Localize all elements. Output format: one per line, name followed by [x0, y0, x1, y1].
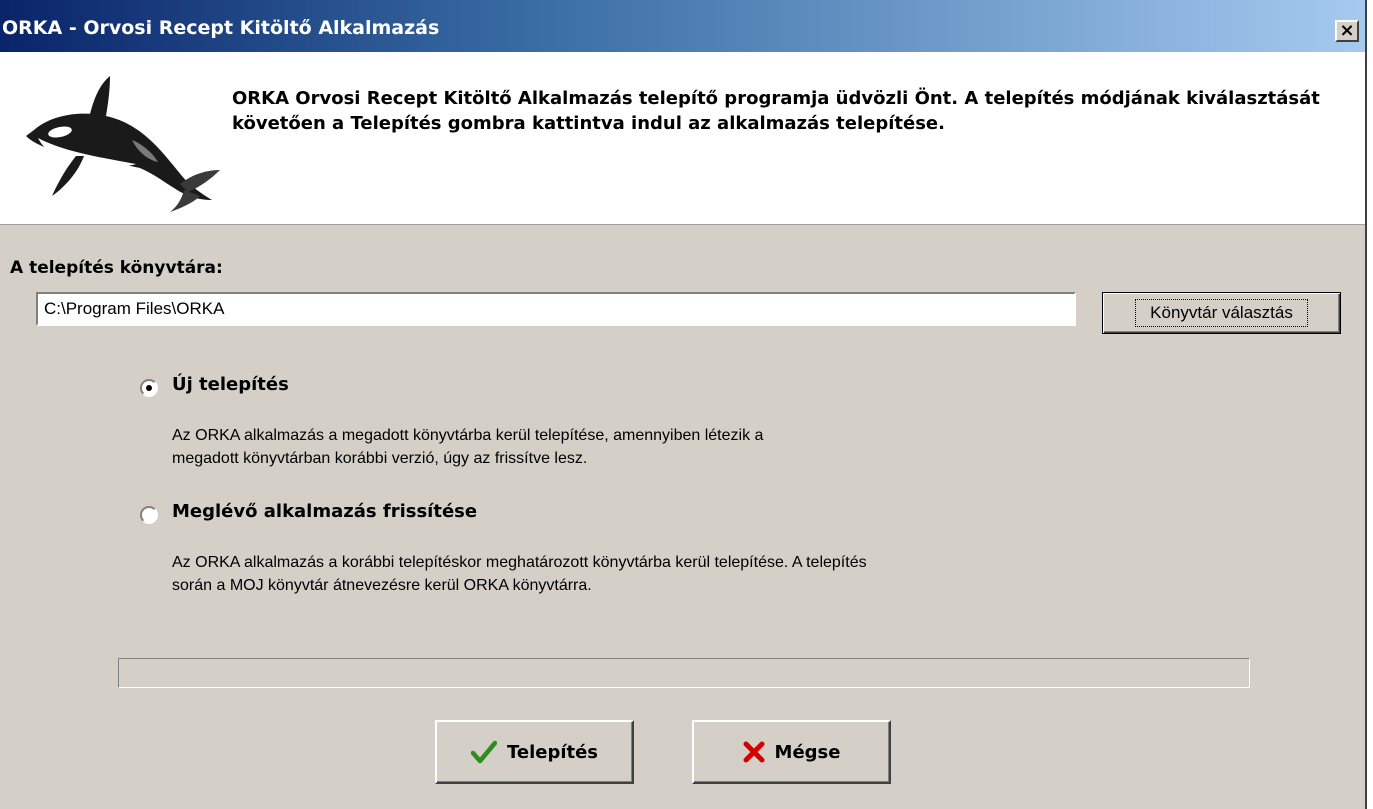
new-install-label[interactable]: Új telepítés	[172, 374, 289, 395]
description-line: Az ORKA alkalmazás a korábbi telepítésko…	[172, 554, 867, 571]
update-existing-label[interactable]: Meglévő alkalmazás frissítése	[172, 501, 477, 522]
radio-selected-dot	[146, 385, 152, 391]
welcome-message: ORKA Orvosi Recept Kitöltő Alkalmazás te…	[232, 88, 1320, 134]
update-existing-description: Az ORKA alkalmazás a korábbi telepítésko…	[172, 551, 867, 597]
new-install-description: Az ORKA alkalmazás a megadott könyvtárba…	[172, 424, 763, 470]
description-line: során a MOJ könyvtár átnevezésre kerül O…	[172, 577, 592, 594]
header-panel: ORKA Orvosi Recept Kitöltő Alkalmazás te…	[0, 52, 1365, 225]
close-icon: ×	[1339, 20, 1355, 41]
browse-directory-button[interactable]: Könyvtár választás	[1102, 292, 1341, 334]
window-title: ORKA - Orvosi Recept Kitöltő Alkalmazás	[2, 17, 440, 39]
cancel-button-label: Mégse	[774, 741, 841, 763]
install-dir-input[interactable]	[36, 292, 1076, 326]
install-progress-bar	[118, 658, 1250, 688]
new-install-radio[interactable]	[140, 379, 158, 397]
installer-window: ORKA - Orvosi Recept Kitöltő Alkalmazás …	[0, 0, 1365, 809]
install-button[interactable]: Telepítés	[435, 720, 634, 784]
install-dir-label: A telepítés könyvtára:	[10, 258, 223, 278]
cancel-button[interactable]: Mégse	[692, 720, 891, 784]
install-button-label: Telepítés	[506, 741, 599, 763]
window-border	[1365, 0, 1367, 809]
description-line: megadott könyvtárban korábbi verzió, úgy…	[172, 450, 588, 467]
orca-icon	[26, 76, 220, 212]
x-mark-icon	[743, 741, 765, 763]
description-line: Az ORKA alkalmazás a megadott könyvtárba…	[172, 427, 764, 444]
browse-button-label: Könyvtár választás	[1135, 299, 1308, 327]
title-bar[interactable]: ORKA - Orvosi Recept Kitöltő Alkalmazás …	[0, 0, 1365, 52]
update-existing-radio[interactable]	[140, 506, 158, 524]
close-button[interactable]: ×	[1335, 20, 1359, 42]
checkmark-icon	[470, 740, 497, 764]
